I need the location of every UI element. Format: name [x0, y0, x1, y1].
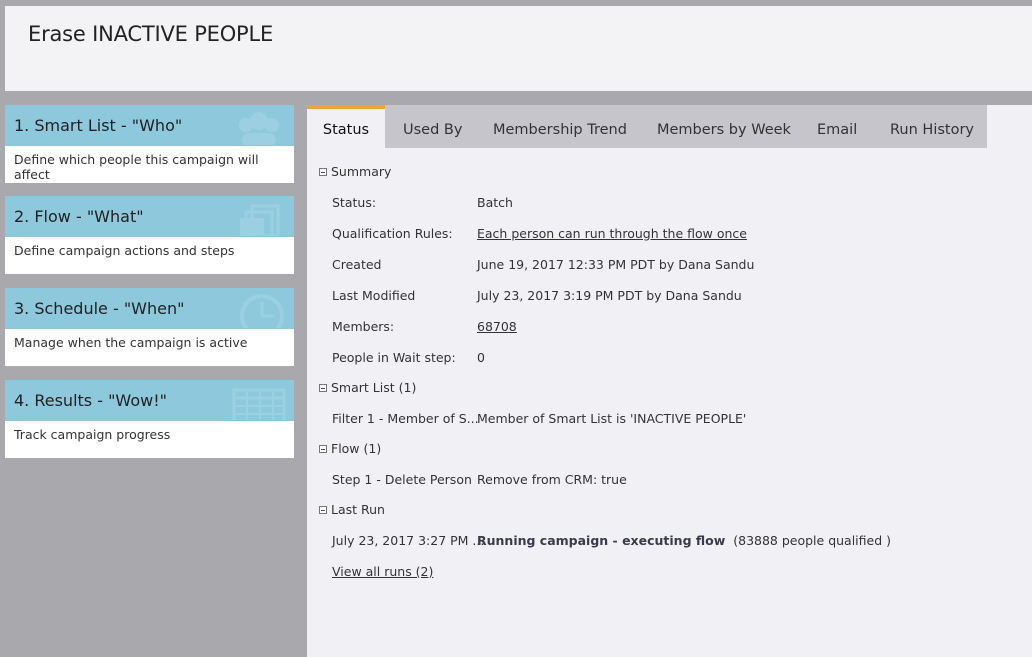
- filter-value: Member of Smart List is 'INACTIVE PEOPLE…: [477, 411, 747, 426]
- card-header[interactable]: 4. Results - "Wow!": [5, 380, 294, 421]
- tab-run-history[interactable]: Run History: [890, 105, 974, 148]
- schedule-card[interactable]: 3. Schedule - "When" Manage when the cam…: [5, 288, 294, 366]
- last-run-time: July 23, 2017 3:27 PM ...: [332, 533, 485, 548]
- created-label: Created: [332, 257, 382, 272]
- created-value: June 19, 2017 12:33 PM PDT by Dana Sandu: [477, 257, 755, 272]
- collapse-icon[interactable]: [319, 168, 327, 176]
- smart-list-heading: Smart List (1): [331, 380, 417, 395]
- tab-email[interactable]: Email: [817, 105, 857, 148]
- wait-step-value: 0: [477, 350, 485, 365]
- last-run-status: Running campaign - executing flow: [477, 533, 726, 548]
- status-label: Status:: [332, 195, 377, 210]
- card-description: Manage when the campaign is active: [14, 335, 248, 350]
- qualification-rules-link[interactable]: Each person can run through the flow onc…: [477, 226, 747, 241]
- campaign-header: Erase INACTIVE PEOPLE: [5, 6, 1032, 91]
- table-grid-icon: [232, 388, 286, 420]
- tab-bar: Status Used By Membership Trend Members …: [307, 105, 987, 148]
- tab-members-by-week[interactable]: Members by Week: [657, 105, 791, 148]
- results-card[interactable]: 4. Results - "Wow!" Track campaign progr…: [5, 380, 294, 458]
- card-description: Define which people this campaign will a…: [14, 152, 259, 182]
- card-description: Define campaign actions and steps: [14, 243, 235, 258]
- last-run-heading: Last Run: [331, 502, 385, 517]
- flow-section-toggle[interactable]: Flow (1): [319, 441, 381, 456]
- people-icon: [239, 112, 279, 145]
- collapse-icon[interactable]: [319, 445, 327, 453]
- flow-card[interactable]: 2. Flow - "What" Define campaign actions…: [5, 196, 294, 274]
- qualification-rules-label: Qualification Rules:: [332, 226, 453, 241]
- wait-step-label: People in Wait step:: [332, 350, 456, 365]
- status-panel: Status Used By Membership Trend Members …: [307, 105, 1032, 657]
- status-value: Batch: [477, 195, 513, 210]
- clock-icon: [240, 294, 284, 328]
- card-title[interactable]: 3. Schedule - "When": [14, 299, 184, 318]
- summary-heading: Summary: [331, 164, 392, 179]
- last-modified-value: July 23, 2017 3:19 PM PDT by Dana Sandu: [477, 288, 742, 303]
- card-header[interactable]: 3. Schedule - "When": [5, 288, 294, 329]
- flow-step-value: Remove from CRM: true: [477, 472, 627, 487]
- stacked-pages-icon: [240, 204, 280, 236]
- collapse-icon[interactable]: [319, 384, 327, 392]
- card-title[interactable]: 1. Smart List - "Who": [14, 116, 182, 135]
- flow-step-label: Step 1 - Delete Person: [332, 472, 472, 487]
- card-title[interactable]: 2. Flow - "What": [14, 207, 144, 226]
- last-modified-label: Last Modified: [332, 288, 416, 303]
- last-run-status-line: Running campaign - executing flow (83888…: [477, 533, 891, 548]
- card-header[interactable]: 1. Smart List - "Who": [5, 105, 294, 146]
- card-description: Track campaign progress: [14, 427, 171, 442]
- tab-used-by[interactable]: Used By: [403, 105, 462, 148]
- members-link[interactable]: 68708: [477, 319, 517, 334]
- view-all-runs-link[interactable]: View all runs (2): [332, 564, 433, 579]
- smart-list-card[interactable]: 1. Smart List - "Who" Define which peopl…: [5, 105, 294, 183]
- tab-status[interactable]: Status: [307, 105, 385, 148]
- last-run-detail: (83888 people qualified ): [733, 533, 892, 548]
- filter-label: Filter 1 - Member of S...: [332, 411, 479, 426]
- card-header[interactable]: 2. Flow - "What": [5, 196, 294, 237]
- last-run-section-toggle[interactable]: Last Run: [319, 502, 385, 517]
- members-label: Members:: [332, 319, 395, 334]
- smart-list-section-toggle[interactable]: Smart List (1): [319, 380, 416, 395]
- collapse-icon[interactable]: [319, 506, 327, 514]
- summary-section-toggle[interactable]: Summary: [319, 164, 391, 179]
- card-title[interactable]: 4. Results - "Wow!": [14, 391, 167, 410]
- flow-heading: Flow (1): [331, 441, 382, 456]
- tab-membership-trend[interactable]: Membership Trend: [493, 105, 627, 148]
- page-title: Erase INACTIVE PEOPLE: [28, 22, 274, 46]
